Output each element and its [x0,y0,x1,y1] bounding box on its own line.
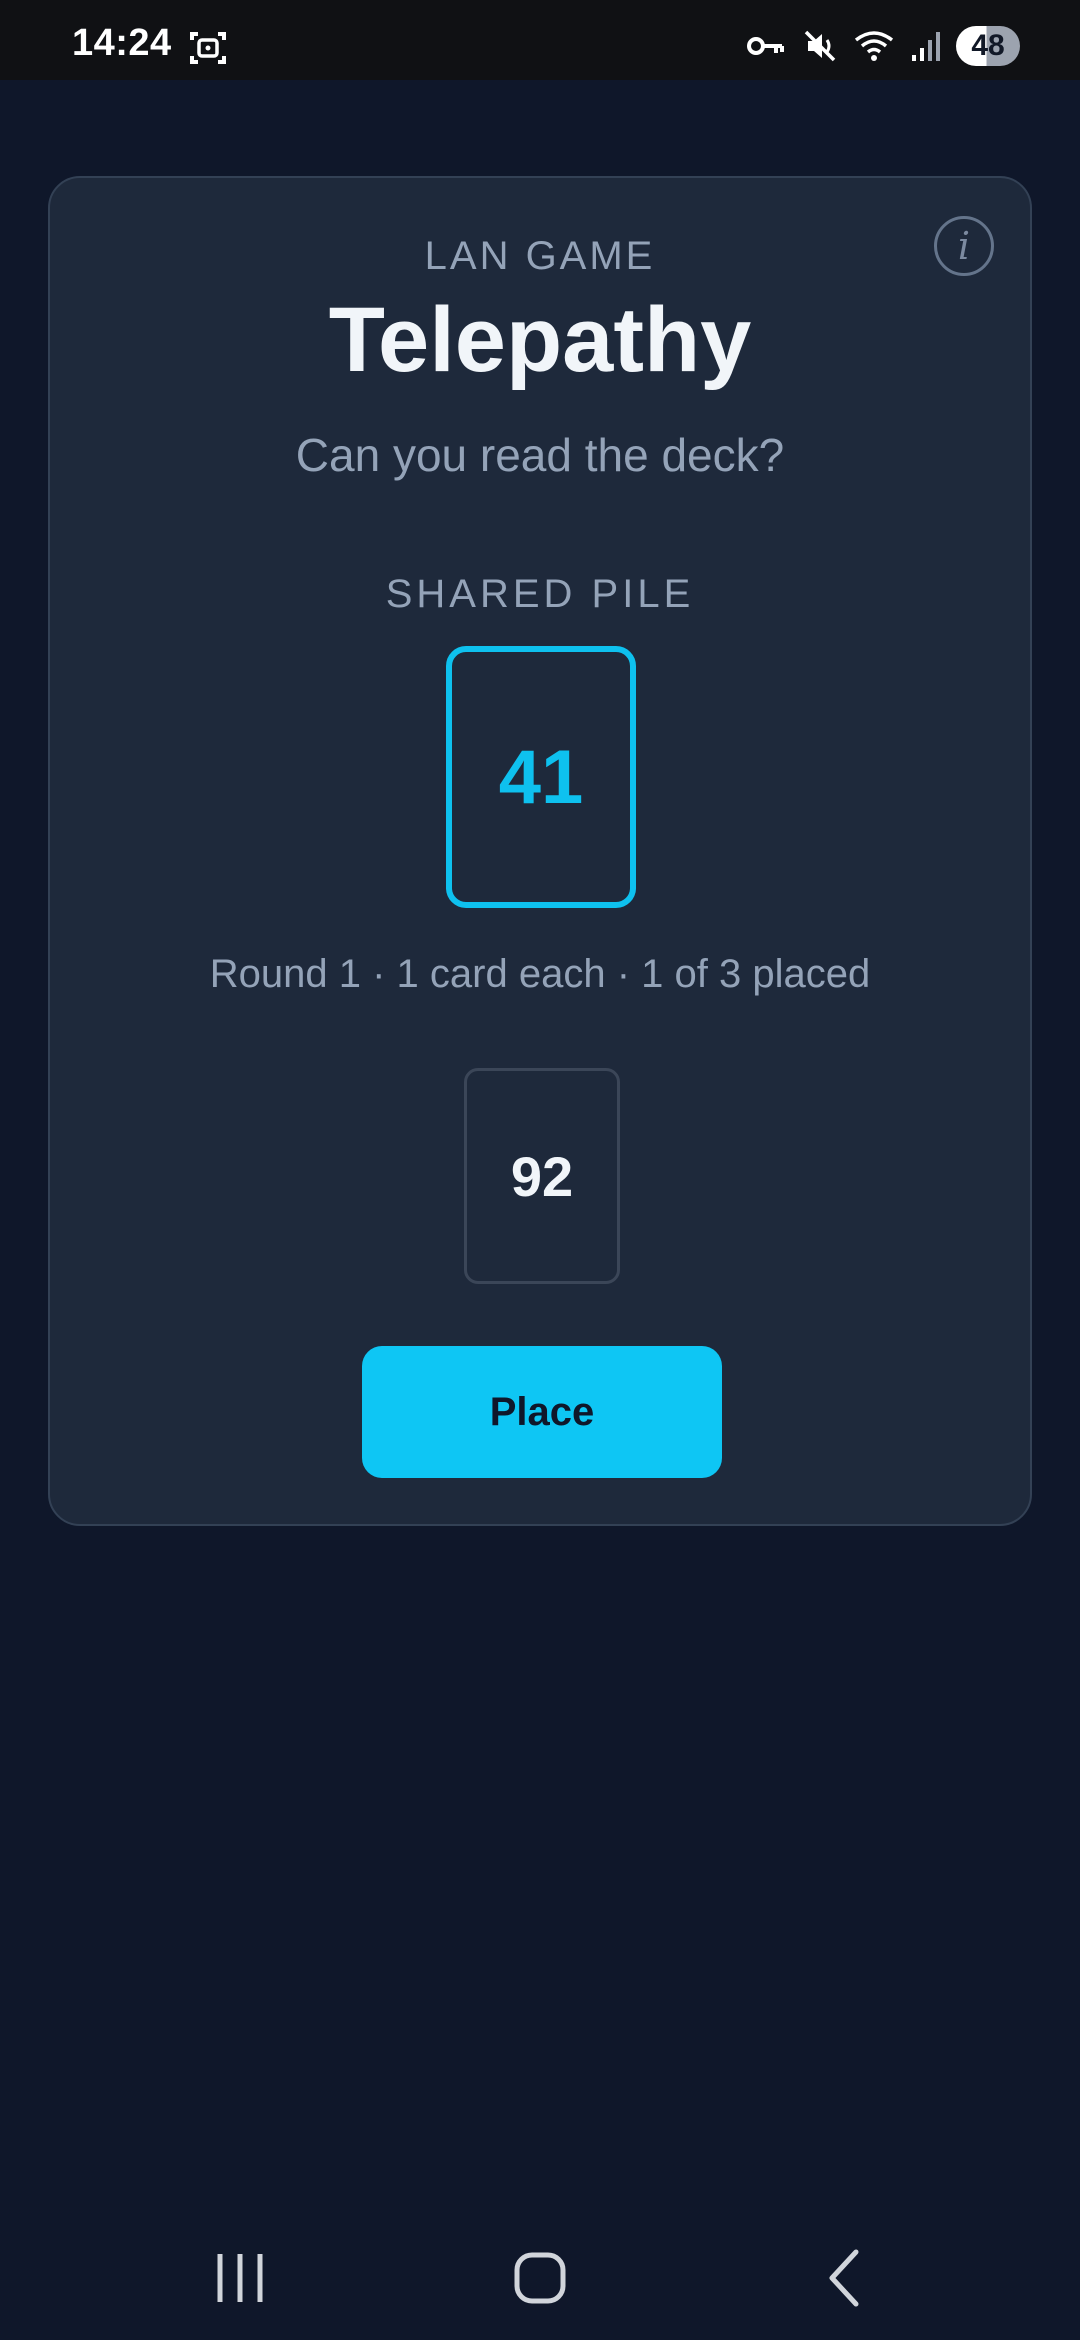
page-title: Telepathy [328,289,752,391]
battery-icon: 48 [956,26,1020,66]
home-icon[interactable] [500,2238,580,2318]
place-button[interactable]: Place [362,1346,722,1478]
hand-card[interactable]: 92 [464,1068,620,1284]
signal-icon [912,32,940,61]
hand-card-value: 92 [510,1144,574,1208]
shared-pile-value: 41 [498,734,584,820]
navigation-bar [0,2220,1080,2340]
page-subtitle: Can you read the deck? [295,429,785,481]
vpn-key-icon [747,37,784,55]
round-status: Round 1 · 1 card each · 1 of 3 placed [209,952,871,996]
status-icons: 48 [746,26,1020,66]
game-mode-label: LAN GAME [424,234,656,278]
screenshot-icon [190,32,226,64]
shared-pile-card: 41 [446,646,636,908]
mute-icon [804,30,836,62]
battery-level: 48 [971,29,1005,62]
game-card: i LAN GAME Telepathy Can you read the de… [48,176,1032,1526]
back-icon[interactable] [804,2238,884,2318]
shared-pile-label: SHARED PILE [385,572,695,616]
status-bar: 14:24 48 [0,0,1080,80]
wifi-icon [854,31,894,61]
recent-apps-icon[interactable] [200,2238,280,2318]
status-time: 14:24 [72,22,172,64]
